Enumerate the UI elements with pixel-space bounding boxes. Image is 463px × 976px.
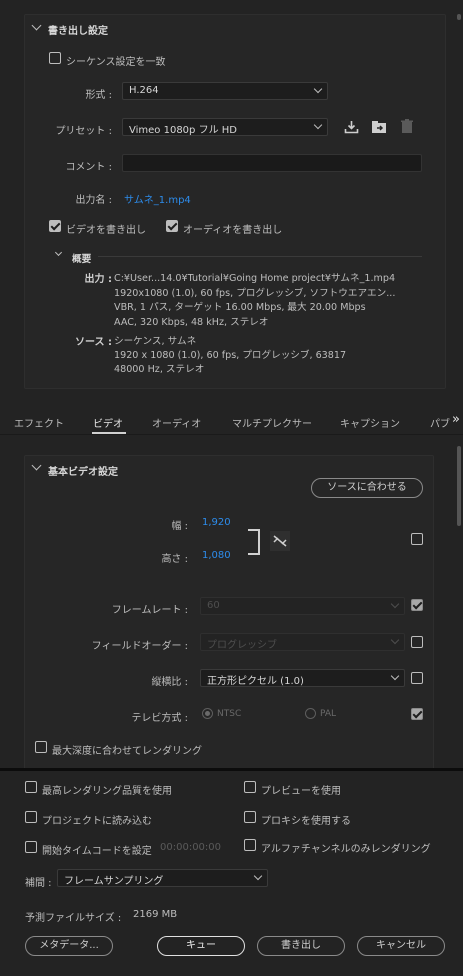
height-label: 高さ :: [161, 554, 188, 565]
summary-output-line: AAC, 320 Kbps, 48 kHz, ステレオ: [114, 317, 269, 328]
tab-effects[interactable]: エフェクト: [14, 415, 64, 430]
max-depth-label: 最大深度に合わせてレンダリング: [52, 746, 202, 757]
width-label: 幅 :: [171, 521, 188, 532]
timecode-value: 00:00:00:00: [160, 842, 222, 853]
import-into-project-label: プロジェクトに読み込む: [42, 816, 152, 827]
cancel-button[interactable]: キャンセル: [357, 936, 445, 956]
preset-label: プリセット :: [55, 126, 112, 137]
ntsc-label: NTSC: [217, 709, 242, 719]
tv-standard-checkbox[interactable]: [411, 708, 423, 720]
field-order-checkbox[interactable]: [411, 636, 423, 648]
export-settings-title: 書き出し設定: [48, 26, 108, 37]
summary-output-key: 出力 :: [84, 274, 112, 285]
pal-label: PAL: [320, 709, 337, 719]
pal-radio: [305, 708, 316, 719]
frame-rate-select: 60: [200, 597, 405, 615]
link-bracket: [248, 529, 260, 555]
tabs-overflow-icon[interactable]: »: [452, 412, 460, 427]
summary-source-line: 1920 x 1080 (1.0), 60 fps, プログレッシブ, 6381…: [114, 350, 347, 361]
interpolation-value: フレームサンプリング: [64, 876, 164, 887]
metadata-button[interactable]: メタデータ...: [25, 936, 113, 956]
export-audio-label: オーディオを書き出し: [183, 225, 283, 236]
top-scrollbar-thumb[interactable]: [457, 14, 461, 20]
summary-divider: [98, 256, 422, 257]
field-order-select: プログレッシブ: [200, 633, 405, 651]
use-preview-label: プレビューを使用: [261, 786, 341, 797]
start-timecode-checkbox[interactable]: [25, 841, 37, 853]
export-audio-checkbox[interactable]: [166, 220, 178, 232]
width-value[interactable]: 1,920: [202, 517, 231, 528]
chevron-down-icon: [313, 84, 323, 94]
trash-icon[interactable]: [400, 119, 414, 134]
save-preset-icon[interactable]: [344, 120, 359, 134]
aspect-checkbox[interactable]: [411, 672, 423, 684]
aspect-label: 縦横比 :: [151, 677, 188, 688]
chevron-down-icon: [390, 599, 400, 609]
format-value: H.264: [129, 85, 159, 96]
comment-label: コメント :: [65, 162, 112, 173]
summary-output-line: VBR, 1 パス, ターゲット 16.00 Mbps, 最大 20.00 Mb…: [114, 302, 366, 313]
output-name-link[interactable]: サムネ_1.mp4: [124, 191, 191, 206]
frame-rate-label: フレームレート :: [111, 605, 188, 616]
format-label: 形式 :: [85, 90, 112, 101]
export-video-label: ビデオを書き出し: [66, 225, 146, 236]
tv-standard-label: テレビ方式 :: [131, 713, 188, 724]
chevron-down-icon: [313, 120, 323, 130]
match-sequence-checkbox[interactable]: [49, 52, 61, 64]
chevron-down-icon: [390, 671, 400, 681]
estimated-size-value: 2169 MB: [133, 909, 178, 920]
chevron-down-icon: [390, 635, 400, 645]
match-source-button[interactable]: ソースに合わせる: [311, 478, 423, 498]
unlink-icon[interactable]: [270, 531, 290, 551]
render-alpha-only-checkbox[interactable]: [244, 839, 256, 851]
max-render-quality-label: 最高レンダリング品質を使用: [42, 786, 172, 797]
interpolation-select[interactable]: フレームサンプリング: [57, 869, 268, 887]
use-proxy-checkbox[interactable]: [244, 811, 256, 823]
summary-title: 概要: [72, 254, 92, 265]
max-render-quality-checkbox[interactable]: [25, 781, 37, 793]
import-into-project-checkbox[interactable]: [25, 811, 37, 823]
use-preview-checkbox[interactable]: [244, 781, 256, 793]
tab-publish[interactable]: パブ: [430, 415, 450, 430]
aspect-select[interactable]: 正方形ピクセル (1.0): [200, 669, 405, 687]
tab-video[interactable]: ビデオ: [93, 415, 123, 430]
output-name-label: 出力名 :: [75, 195, 112, 206]
tab-captions[interactable]: キャプション: [340, 415, 400, 430]
interpolation-label: 補間 :: [25, 878, 52, 889]
tab-audio[interactable]: オーディオ: [152, 415, 201, 430]
chevron-down-icon: [253, 871, 263, 881]
start-timecode-label: 開始タイムコードを設定: [42, 846, 152, 857]
match-sequence-label: シーケンス設定を一致: [66, 57, 166, 68]
use-proxy-label: プロキシを使用する: [261, 816, 351, 827]
video-scrollbar-thumb[interactable]: [457, 446, 461, 526]
summary-output-line: 1920x1080 (1.0), 60 fps, プログレッシブ, ソフトウエア…: [114, 288, 396, 299]
summary-source-line: シーケンス, サムネ: [114, 336, 197, 347]
tab-bar: エフェクト ビデオ オーディオ マルチプレクサー キャプション パブ »: [0, 407, 463, 435]
aspect-value: 正方形ピクセル (1.0): [207, 676, 304, 687]
summary-source-line: 48000 Hz, ステレオ: [114, 364, 205, 375]
export-button[interactable]: 書き出し: [257, 936, 345, 956]
comment-input[interactable]: [122, 154, 422, 172]
field-order-value: プログレッシブ: [207, 640, 277, 651]
active-tab-indicator: [92, 432, 126, 434]
basic-video-title: 基本ビデオ設定: [48, 467, 118, 478]
estimated-size-label: 予測ファイルサイズ :: [25, 913, 122, 924]
render-alpha-only-label: アルファチャンネルのみレンダリング: [261, 844, 431, 855]
import-preset-icon[interactable]: [371, 120, 388, 134]
preset-value: Vimeo 1080p フル HD: [129, 125, 237, 136]
frame-rate-value: 60: [207, 600, 220, 611]
dimensions-override-checkbox[interactable]: [411, 533, 423, 545]
ntsc-radio: [202, 708, 213, 719]
export-video-checkbox[interactable]: [49, 220, 61, 232]
summary-output-line: C:¥User...14.0¥Tutorial¥Going Home proje…: [114, 273, 396, 284]
summary-source-key: ソース :: [75, 337, 112, 348]
frame-rate-checkbox[interactable]: [411, 599, 423, 611]
format-select[interactable]: H.264: [122, 82, 328, 100]
tab-multiplexer[interactable]: マルチプレクサー: [232, 415, 312, 430]
max-depth-checkbox[interactable]: [35, 741, 47, 753]
height-value[interactable]: 1,080: [202, 550, 231, 561]
preset-select[interactable]: Vimeo 1080p フル HD: [122, 118, 328, 136]
field-order-label: フィールドオーダー :: [91, 641, 188, 652]
queue-button[interactable]: キュー: [157, 936, 245, 956]
